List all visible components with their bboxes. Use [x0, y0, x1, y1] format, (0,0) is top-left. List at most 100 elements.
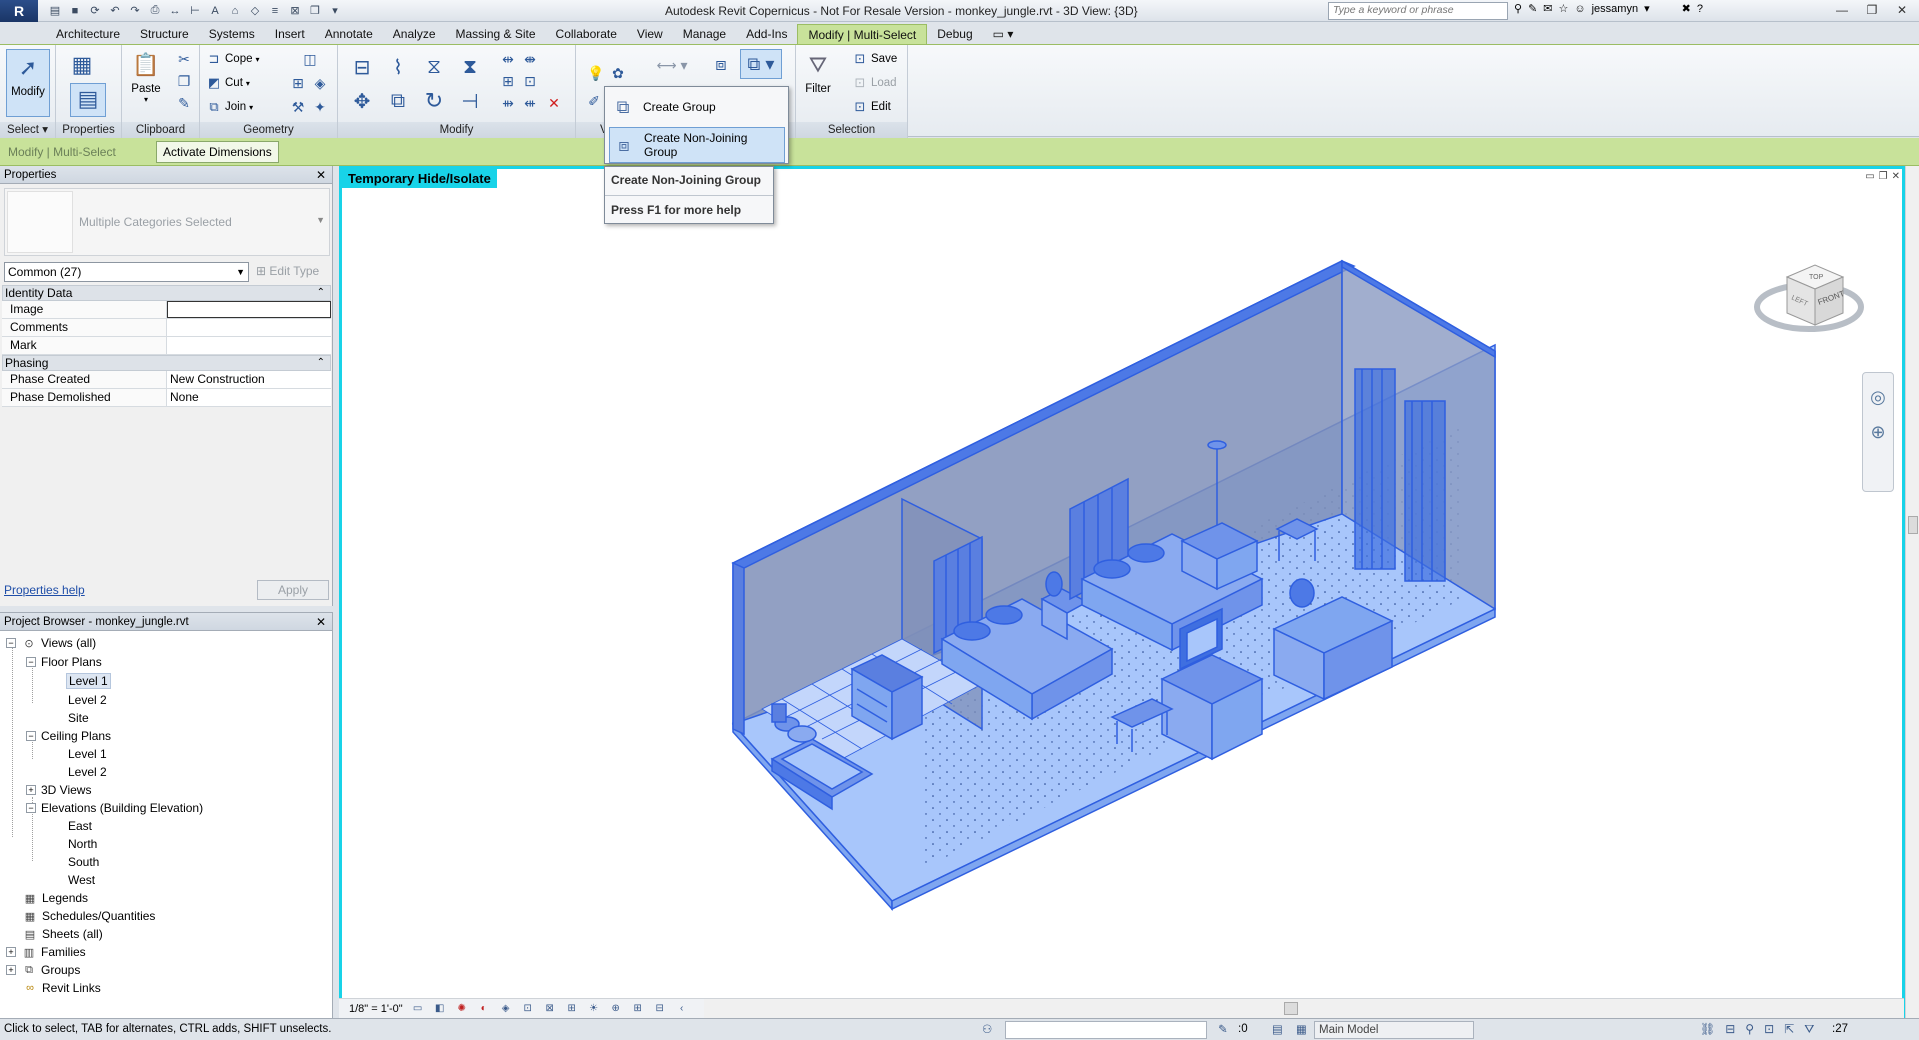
paint-icon[interactable]: ◈ [310, 73, 330, 93]
menu-item-create-group[interactable]: ⧉ Create Group [609, 89, 785, 125]
steering-wheel-icon[interactable]: ◎ [1863, 387, 1893, 408]
tree-3d-views[interactable]: +3D Views [26, 781, 91, 799]
demolish-icon[interactable]: ⚒ [288, 97, 308, 117]
load-selection-button[interactable]: ⊡ Load [852, 73, 897, 93]
render-icon[interactable]: ◈ [499, 1002, 513, 1016]
favorites-icon[interactable]: ☆ [1559, 2, 1569, 15]
binoculars-icon[interactable]: ⚲ [1514, 2, 1522, 15]
undo-icon[interactable]: ↶ [106, 3, 124, 19]
split-icon[interactable]: ⇹ [498, 49, 518, 69]
property-row[interactable]: Mark [2, 337, 331, 355]
communication-icon[interactable]: ✉ [1543, 2, 1552, 15]
property-row[interactable]: Image [2, 301, 331, 319]
visual-style-icon[interactable]: ◧ [433, 1002, 447, 1016]
join-button[interactable]: ⧉ Join ▾ [206, 97, 253, 117]
properties-button[interactable]: ▤ [70, 83, 106, 117]
menu-item-create-non-joining-group[interactable]: ⧈ Create Non-Joining Group [609, 127, 785, 163]
create-group-split-button[interactable]: ⧉ ▾ [740, 49, 782, 79]
type-selector[interactable]: Multiple Categories Selected ▼ [4, 188, 330, 256]
viewcube[interactable]: TOP FRONT LEFT [1747, 247, 1867, 347]
minimize-icon[interactable]: — [1829, 1, 1855, 19]
close-icon[interactable]: ✕ [316, 166, 326, 184]
sync-icon[interactable]: ⟳ [86, 3, 104, 19]
ribbon-minimize-toggle[interactable]: ▭ ▾ [983, 24, 1024, 44]
tree-revit-links[interactable]: ∞ Revit Links [22, 979, 101, 997]
copy-icon[interactable]: ❐ [174, 71, 194, 91]
3d-view-icon[interactable]: ⌂ [226, 3, 244, 19]
tree-ceiling-plans[interactable]: − Ceiling Plans [26, 727, 111, 745]
analytical-model-icon[interactable]: ⊞ [631, 1002, 645, 1016]
property-row[interactable]: Phase Demolished None [2, 389, 331, 407]
tree-groups[interactable]: + ⧉ Groups [6, 961, 80, 979]
hammer-icon[interactable]: ✦ [310, 97, 330, 117]
cut-scissors-icon[interactable]: ✂ [174, 49, 194, 69]
user-name[interactable]: jessamyn [1592, 3, 1638, 15]
tree-ceiling-plan-level-1[interactable]: Level 1 [68, 745, 107, 763]
property-value-phase-created[interactable]: New Construction [167, 371, 331, 388]
sun-path-icon[interactable]: ✺ [455, 1002, 469, 1016]
offset-icon[interactable]: ⌇ [384, 53, 412, 81]
active-model-select[interactable]: Main Model [1314, 1021, 1474, 1039]
vertical-scrollbar[interactable] [1905, 166, 1919, 1018]
property-value-phase-demolished[interactable]: None [167, 389, 331, 406]
paste-button[interactable]: 📋 Paste ▾ [130, 49, 162, 104]
select-links-icon[interactable]: ⛓ [1700, 1022, 1715, 1037]
select-pinned-icon[interactable]: ⚲ [1745, 1022, 1754, 1037]
section-icon[interactable]: ◇ [246, 3, 264, 19]
drag-elements-icon[interactable]: ⇱ [1784, 1022, 1794, 1037]
align-icon[interactable]: ⊟ [348, 53, 376, 81]
zoom-icon[interactable]: ⊕ [1863, 422, 1893, 443]
view-scale[interactable]: 1/8" = 1'-0" [349, 1003, 403, 1015]
tree-floor-plan-site[interactable]: Site [68, 709, 89, 727]
close-icon[interactable]: ✕ [1889, 1, 1915, 19]
subscription-icon[interactable]: ✎ [1528, 2, 1537, 15]
scroll-thumb[interactable] [1908, 516, 1918, 534]
user-dropdown-icon[interactable]: ▾ [1644, 2, 1650, 15]
split-face-icon[interactable]: ⊞ [288, 73, 308, 93]
properties-help-link[interactable]: Properties help [4, 583, 85, 597]
trim-extend-icon[interactable]: ⊣ [456, 87, 484, 115]
tab-manage[interactable]: Manage [673, 24, 736, 44]
model-icon[interactable]: ▦ [1296, 1022, 1307, 1036]
cut-button[interactable]: ◩ Cut ▾ [206, 73, 250, 93]
tree-views-all[interactable]: − ⊙ Views (all) [6, 634, 96, 652]
horizontal-scrollbar[interactable] [704, 998, 1904, 1018]
tree-floor-plan-level-1[interactable]: Level 1 [66, 672, 111, 690]
tree-schedules[interactable]: ▦ Schedules/Quantities [22, 907, 156, 925]
property-row[interactable]: Phase Created New Construction [2, 371, 331, 389]
show-crop-icon[interactable]: ⊠ [543, 1002, 557, 1016]
array-icon[interactable]: ⊞ [498, 71, 518, 91]
tab-massing-site[interactable]: Massing & Site [446, 24, 546, 44]
tree-sheets[interactable]: ▤ Sheets (all) [22, 925, 103, 943]
tree-elevation-north[interactable]: North [68, 835, 97, 853]
design-options-icon[interactable]: ▤ [1272, 1022, 1283, 1036]
tab-systems[interactable]: Systems [199, 24, 265, 44]
group-phasing[interactable]: Phasing ⌃ [2, 355, 331, 371]
modify-button[interactable]: ➚ Modify [6, 49, 50, 117]
tree-ceiling-plan-level-2[interactable]: Level 2 [68, 763, 107, 781]
property-value-image[interactable] [167, 301, 331, 318]
tab-insert[interactable]: Insert [265, 24, 315, 44]
move-icon[interactable]: ✥ [348, 87, 376, 115]
3d-view-window[interactable]: Temporary Hide/Isolate ▭ ❐ ✕ TOP FRONT L… [339, 166, 1905, 1018]
measure-tool-icon[interactable]: ⟷ ▾ [650, 55, 694, 75]
scroll-left-icon[interactable]: ‹ [675, 1002, 689, 1016]
tab-annotate[interactable]: Annotate [315, 24, 383, 44]
edit-type-button[interactable]: ⊞ Edit Type [256, 264, 319, 278]
activate-dimensions-button[interactable]: Activate Dimensions [156, 141, 279, 163]
constraints-icon[interactable]: ⊟ [653, 1002, 667, 1016]
tab-structure[interactable]: Structure [130, 24, 199, 44]
hide-bulb-icon[interactable]: 💡 [586, 63, 606, 83]
pin-icon[interactable]: ⇻ [498, 93, 518, 113]
tree-legends[interactable]: ▦ Legends [22, 889, 88, 907]
close-hidden-icon[interactable]: ⊠ [286, 3, 304, 19]
apply-button[interactable]: Apply [257, 580, 329, 600]
viewcube-top[interactable]: TOP [1809, 274, 1824, 281]
shadows-icon[interactable]: ◐ [477, 1002, 491, 1016]
copy-elements-icon[interactable]: ⧉ [384, 87, 412, 115]
tree-elevation-west[interactable]: West [68, 871, 95, 889]
filter-icon[interactable]: ⛛ [1804, 1022, 1814, 1037]
tree-elevation-east[interactable]: East [68, 817, 92, 835]
model-3d-canvas[interactable] [342, 169, 1902, 1015]
property-value-mark[interactable] [167, 337, 331, 354]
